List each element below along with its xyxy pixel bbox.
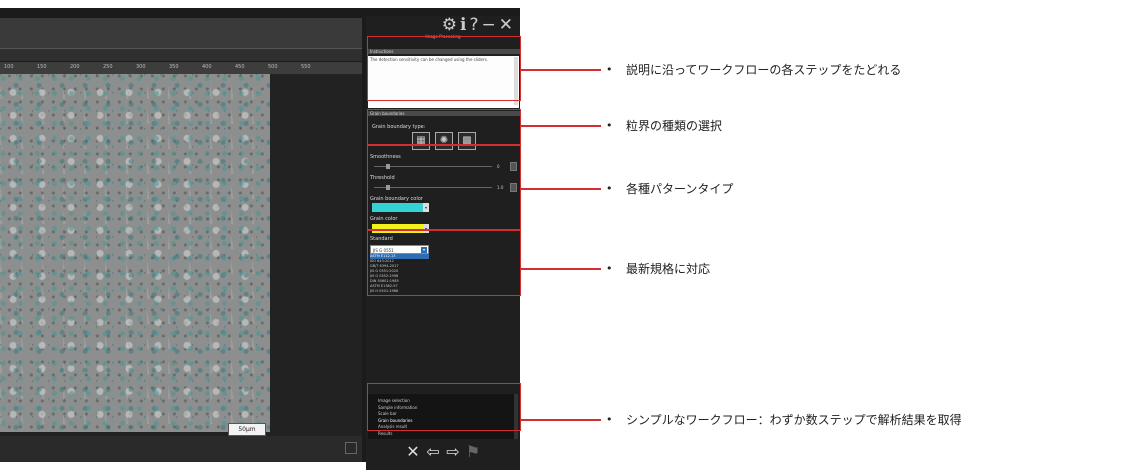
highlight-standard <box>367 230 521 296</box>
annotation-text: 粒界の種類の選択 <box>626 119 723 133</box>
next-button[interactable]: ⇨ <box>444 443 462 461</box>
ruler-tick-label: 150 <box>37 64 47 70</box>
highlight-grain-boundary <box>367 109 521 145</box>
main-toolbar <box>0 18 362 49</box>
ruler-tick-label: 250 <box>103 64 113 70</box>
annotation-text: シンプルなワークフロー：わずか数ステップで解析結果を取得 <box>626 413 962 427</box>
ruler-tick-label: 300 <box>136 64 146 70</box>
bullet-icon: • <box>606 119 613 132</box>
image-viewer[interactable]: 50μm <box>0 74 362 436</box>
back-button[interactable]: ⇦ <box>424 443 442 461</box>
window-controls[interactable]: ⚙ℹ?−✕ <box>442 16 516 34</box>
cancel-button[interactable]: ✕ <box>404 443 422 461</box>
horizontal-ruler: 100 150 200 250 300 350 400 450 500 550 <box>0 62 362 74</box>
panel-toggle-icon[interactable] <box>345 442 357 454</box>
finish-button[interactable]: ⚑ <box>464 443 482 461</box>
connector-line <box>521 419 601 421</box>
bullet-icon: • <box>606 182 613 195</box>
highlight-workflow <box>367 383 521 431</box>
highlight-parameters <box>367 145 521 230</box>
bullet-icon: • <box>606 413 613 426</box>
annotation-text: 説明に沿ってワークフローの各ステップをたどれる <box>626 63 902 77</box>
scale-bar: 50μm <box>228 423 266 436</box>
ruler-tick-label: 500 <box>268 64 278 70</box>
microstructure-image <box>0 74 270 432</box>
connector-line <box>521 188 601 190</box>
annotation-text: 各種パターンタイプ <box>626 182 734 196</box>
annotation-text: 最新規格に対応 <box>626 262 711 276</box>
ruler-tick-label: 100 <box>4 64 14 70</box>
bullet-icon: • <box>606 63 613 76</box>
ruler-tick-label: 350 <box>169 64 179 70</box>
highlight-instructions <box>367 36 521 101</box>
bullet-icon: • <box>606 262 613 275</box>
workflow-step[interactable]: Results <box>378 431 392 436</box>
ruler-tick-label: 200 <box>70 64 80 70</box>
status-bar <box>0 436 362 462</box>
ruler-tick-label: 450 <box>235 64 245 70</box>
secondary-toolbar <box>0 49 362 61</box>
connector-line <box>521 268 601 270</box>
connector-line <box>521 69 601 71</box>
ruler-tick-label: 400 <box>202 64 212 70</box>
ruler-tick-label: 550 <box>301 64 311 70</box>
connector-line <box>521 125 601 127</box>
